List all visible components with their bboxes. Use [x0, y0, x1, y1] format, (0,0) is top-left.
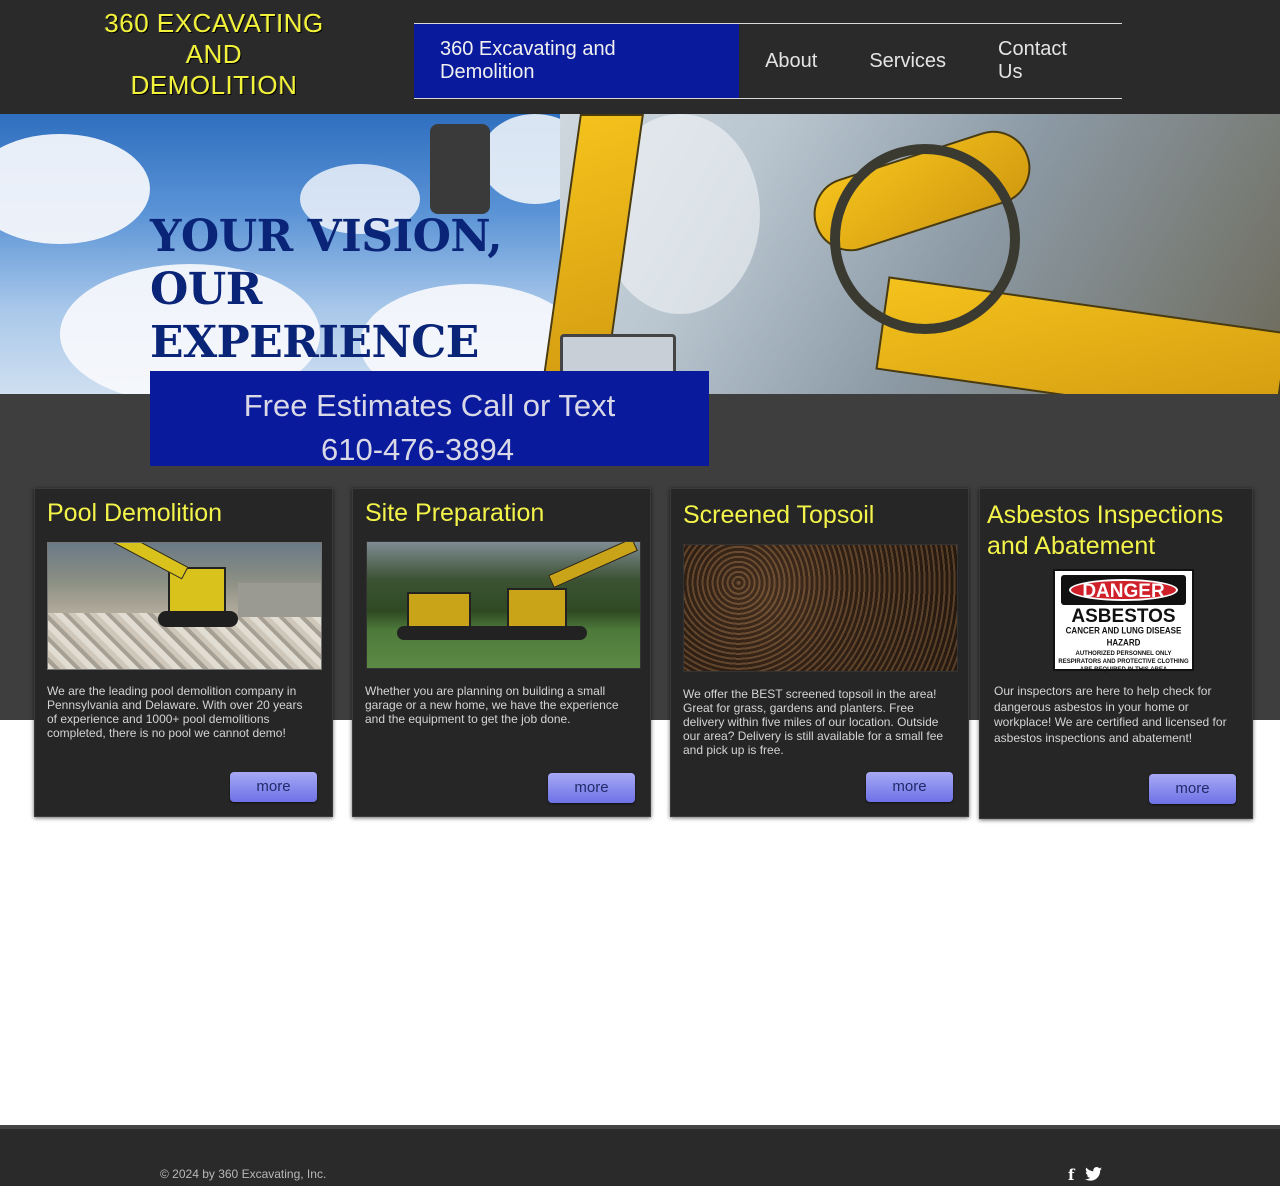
- more-button[interactable]: more: [230, 772, 317, 802]
- sign-line-1: AUTHORIZED PERSONNEL ONLY: [1075, 651, 1172, 657]
- main-nav: 360 Excavating and Demolition About Serv…: [414, 23, 1122, 99]
- logo-line-3: DEMOLITION: [130, 70, 298, 100]
- excavator-cab-right: [507, 588, 567, 630]
- card-description: We offer the BEST screened topsoil in th…: [683, 687, 944, 757]
- free-estimate-banner: Free Estimates Call or Text 610-476-3894: [150, 371, 709, 467]
- service-card-asbestos: Asbestos Inspections and Abatement DANGE…: [979, 488, 1253, 819]
- danger-sign: DANGER ASBESTOS CANCER AND LUNG DISEASE …: [1053, 569, 1194, 673]
- service-card-pool-demolition: Pool Demolition We are the leading pool …: [34, 488, 333, 817]
- more-button[interactable]: more: [548, 773, 635, 803]
- card-description: Whether you are planning on building a s…: [365, 684, 619, 726]
- service-card-screened-topsoil: Screened Topsoil We offer the BEST scree…: [670, 488, 969, 817]
- side-mirror: [430, 124, 490, 214]
- copyright-text: © 2024 by 360 Excavating, Inc.: [160, 1167, 327, 1181]
- cloud-shape: [0, 134, 150, 244]
- site-preparation-photo: [366, 541, 641, 669]
- site-footer: © 2024 by 360 Excavating, Inc. f: [0, 1125, 1280, 1186]
- site-header: 360 EXCAVATING AND DEMOLITION 360 Excava…: [0, 0, 1280, 115]
- hero-title-line-1: YOUR VISION, OUR: [150, 211, 503, 315]
- soil-texture: [684, 545, 957, 671]
- card-description: We are the leading pool demolition compa…: [47, 684, 303, 740]
- excavator-tracks: [158, 611, 238, 627]
- sign-line-2: RESPIRATORS AND PROTECTIVE CLOTHING: [1058, 659, 1189, 665]
- card-description: Our inspectors are here to help check fo…: [994, 684, 1227, 745]
- card-title: Screened Topsoil: [683, 501, 875, 529]
- more-button[interactable]: more: [1149, 774, 1236, 804]
- pool-wall: [238, 583, 321, 617]
- danger-header: DANGER: [1061, 575, 1186, 605]
- nav-item-services[interactable]: Services: [843, 24, 972, 98]
- topsoil-photo: [683, 544, 958, 672]
- hydraulic-hose: [830, 144, 1020, 334]
- card-title: Pool Demolition: [47, 499, 223, 527]
- twitter-icon[interactable]: [1085, 1167, 1102, 1185]
- service-card-site-preparation: Site Preparation Whether you are plannin…: [352, 488, 651, 817]
- excavator-boom: [548, 542, 638, 589]
- excavator-photo: [430, 114, 1280, 394]
- hero-title: YOUR VISION, OUR EXPERIENCE: [150, 210, 610, 369]
- site-logo[interactable]: 360 EXCAVATING AND DEMOLITION: [94, 8, 334, 101]
- excavator-boom: [109, 543, 189, 580]
- nav-item-about[interactable]: About: [739, 24, 843, 98]
- estimate-phone[interactable]: 610-476-3894: [126, 428, 709, 472]
- card-title: Asbestos Inspections and Abatement: [987, 501, 1224, 560]
- hero-title-line-2: EXPERIENCE: [150, 317, 479, 368]
- asbestos-label: ASBESTOS: [1071, 606, 1176, 627]
- sign-line-3: ARE REQUIRED IN THIS AREA: [1079, 667, 1168, 673]
- logo-line-1: 360 EXCAVATING: [104, 8, 324, 38]
- card-title: Site Preparation: [365, 499, 545, 527]
- estimate-text: Free Estimates Call or Text: [243, 388, 616, 423]
- danger-label: DANGER: [1069, 579, 1178, 602]
- pool-demolition-photo: [47, 542, 322, 670]
- nav-item-home[interactable]: 360 Excavating and Demolition: [414, 24, 740, 98]
- more-button[interactable]: more: [866, 772, 953, 802]
- excavator-tracks: [397, 626, 587, 640]
- twitter-bird-svg: [1085, 1167, 1102, 1181]
- logo-line-2: AND: [185, 39, 243, 69]
- nav-item-contact[interactable]: Contact Us: [972, 24, 1122, 98]
- facebook-icon[interactable]: f: [1068, 1166, 1074, 1184]
- hazard-label: CANCER AND LUNG DISEASE HAZARD: [1065, 625, 1182, 648]
- hero-banner: YOUR VISION, OUR EXPERIENCE: [0, 114, 1280, 394]
